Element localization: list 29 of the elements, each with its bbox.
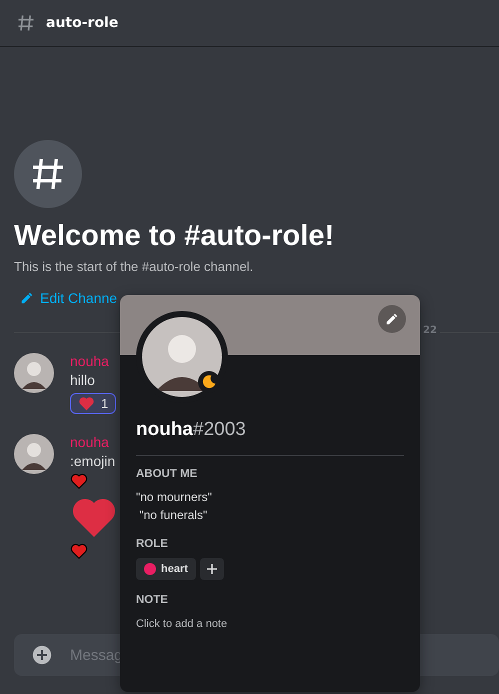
heart-icon xyxy=(70,543,88,559)
author-name[interactable]: nouha xyxy=(70,353,109,369)
welcome-title: Welcome to #auto-role! xyxy=(14,220,336,253)
section-heading: ABOUT ME xyxy=(136,468,198,480)
channel-name: auto-role xyxy=(46,15,118,31)
heart-icon xyxy=(70,473,88,489)
section-heading: NOTE xyxy=(136,594,169,606)
hash-icon xyxy=(16,13,36,33)
heart-icon xyxy=(78,396,95,411)
add-role-button[interactable] xyxy=(200,558,224,580)
edit-channel-link[interactable]: Edit Channe xyxy=(40,290,118,306)
username: nouha#2003 xyxy=(136,419,247,441)
about-text: "no mourners" xyxy=(136,489,213,506)
avatar[interactable] xyxy=(14,353,54,393)
message-text: hillo xyxy=(70,372,95,388)
pencil-icon xyxy=(20,291,34,305)
section-heading: ROLE xyxy=(136,538,169,550)
note-field[interactable]: Click to add a note xyxy=(136,618,396,630)
plus-icon[interactable] xyxy=(32,645,52,665)
author-name[interactable]: nouha xyxy=(70,434,109,450)
role-name: heart xyxy=(161,563,188,575)
about-text: "no funerals" xyxy=(138,507,208,524)
avatar[interactable] xyxy=(14,434,54,474)
message-text: :emojin xyxy=(70,453,116,469)
welcome-subtitle: This is the start of the #auto-role channel. xyxy=(14,259,254,274)
plus-icon xyxy=(206,563,218,575)
pencil-icon xyxy=(385,312,399,326)
date-label: 22 xyxy=(420,325,440,336)
heart-reaction[interactable]: 1 xyxy=(70,393,116,414)
